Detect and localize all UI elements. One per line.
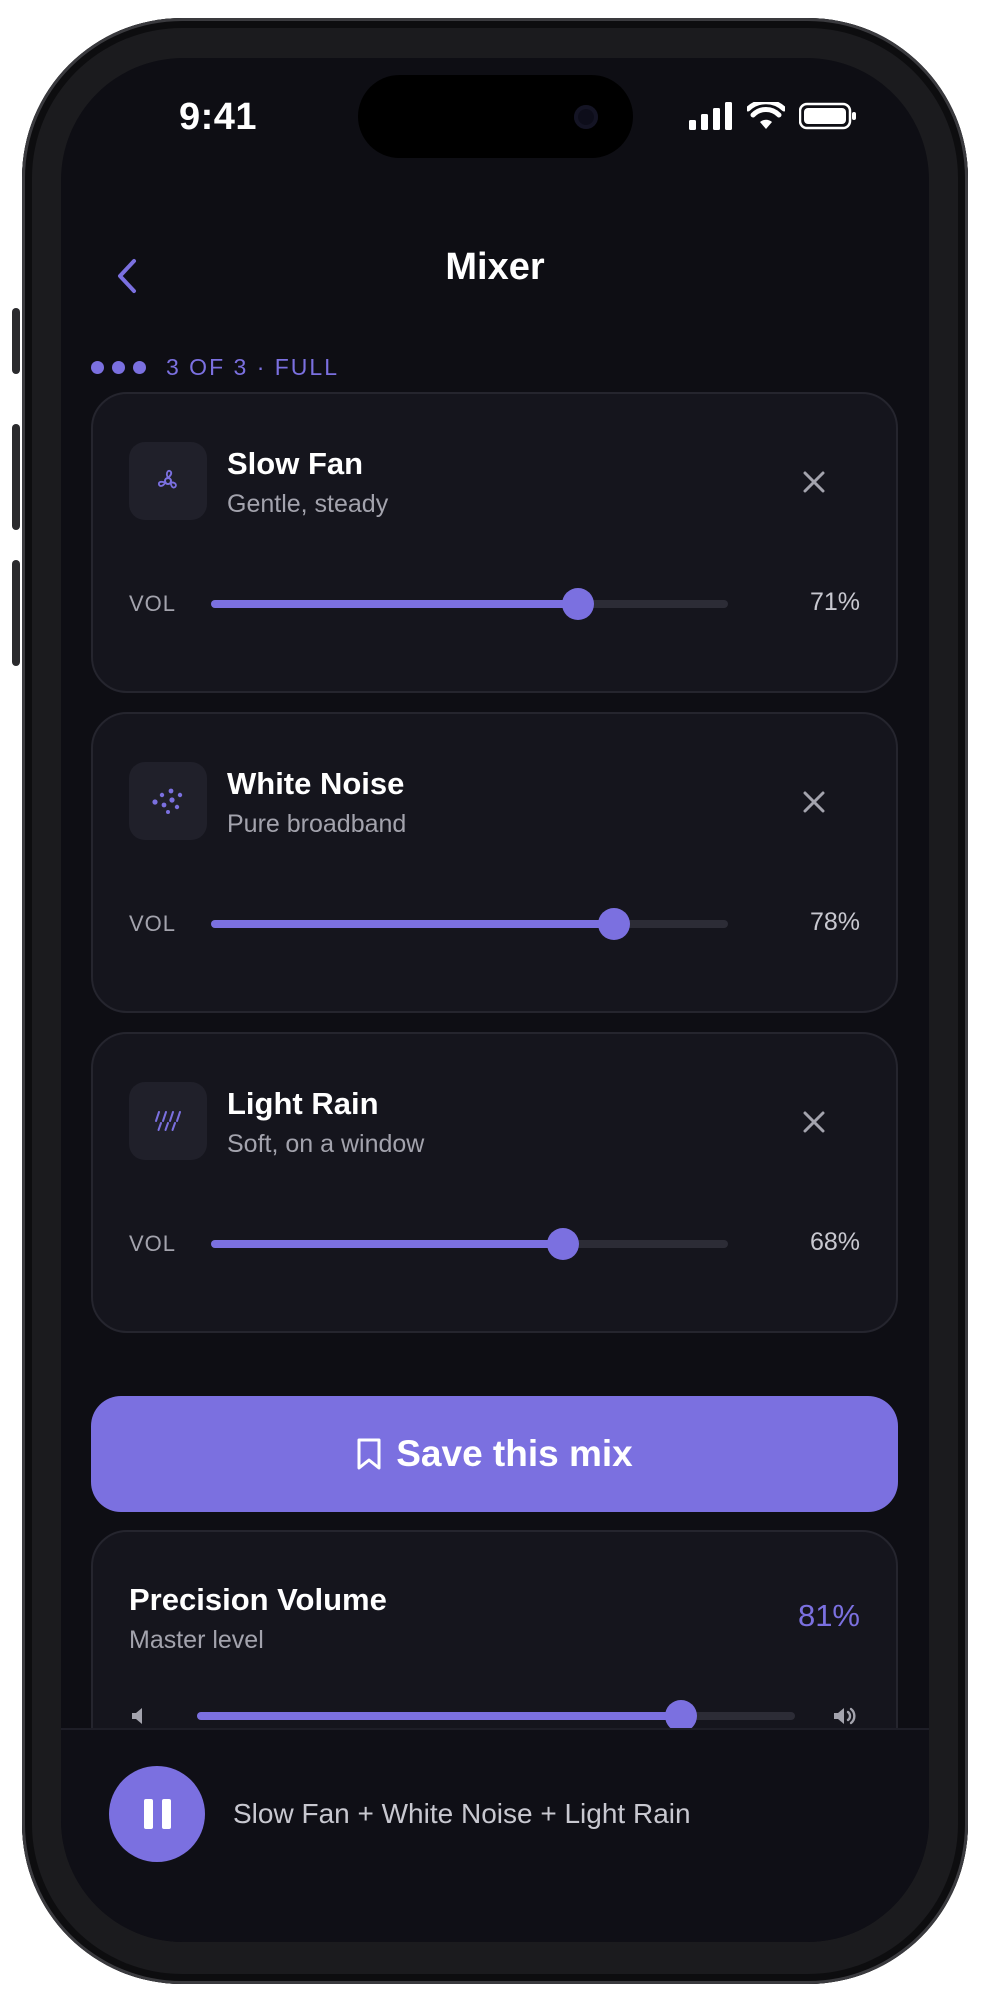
master-percent: 81%: [797, 1598, 860, 1633]
track-card: Slow Fan Gentle, steady VOL 71%: [91, 392, 898, 693]
volume-slider-thumb[interactable]: [562, 588, 595, 620]
master-volume-fill: [197, 1712, 682, 1720]
volume-percent: 78%: [809, 908, 860, 936]
capacity-indicator: 3 OF 3 · FULL: [91, 354, 339, 381]
volume-slider[interactable]: [211, 908, 728, 940]
save-mix-button[interactable]: Save this mix: [91, 1396, 898, 1512]
now-playing-bar: Slow Fan + White Noise + Light Rain: [61, 1728, 929, 1942]
fan-icon: [129, 442, 207, 520]
bookmark-icon: [357, 1438, 381, 1470]
dynamic-island: [358, 75, 633, 158]
track-subtitle: Gentle, steady: [227, 490, 389, 518]
track-card: White Noise Pure broadband VOL 78%: [91, 712, 898, 1013]
volume-slider-fill: [211, 1240, 563, 1248]
action-button: [12, 308, 20, 374]
master-subtitle: Master level: [129, 1626, 264, 1654]
page-title: Mixer: [445, 246, 545, 288]
volume-percent: 71%: [809, 588, 860, 616]
signal-icon: [689, 102, 732, 130]
track-name: Slow Fan: [227, 446, 364, 481]
close-icon: [803, 1111, 825, 1133]
vol-label: VOL: [129, 591, 177, 616]
pause-icon: [161, 1799, 171, 1829]
volume-slider[interactable]: [211, 1228, 728, 1260]
pause-button[interactable]: [109, 1766, 205, 1862]
pause-icon: [143, 1799, 153, 1829]
vol-label: VOL: [129, 1231, 177, 1256]
capacity-label: 3 OF 3 · FULL: [166, 354, 339, 380]
capacity-dot: [91, 361, 104, 374]
volume-slider-thumb[interactable]: [546, 1228, 579, 1260]
vol-label: VOL: [129, 911, 177, 936]
volume-low-icon: [132, 1708, 142, 1724]
volume-slider-thumb[interactable]: [598, 908, 631, 940]
now-playing-text: Slow Fan + White Noise + Light Rain: [233, 1798, 691, 1829]
close-icon: [803, 791, 825, 813]
track-name: Light Rain: [227, 1086, 379, 1121]
volume-high-icon: [834, 1707, 856, 1725]
status-time: 9:41: [179, 96, 258, 138]
track-card: Light Rain Soft, on a window VOL 68%: [91, 1032, 898, 1333]
noise-icon: [129, 762, 207, 840]
remove-track-button[interactable]: [796, 1104, 832, 1140]
battery-icon: [799, 102, 856, 130]
capacity-dot: [112, 361, 125, 374]
rain-icon: [129, 1082, 207, 1160]
master-volume-slider[interactable]: [197, 1700, 795, 1732]
wifi-icon: [747, 102, 785, 129]
save-mix-label: Save this mix: [396, 1433, 633, 1474]
track-subtitle: Soft, on a window: [227, 1130, 425, 1158]
master-title: Precision Volume: [129, 1582, 387, 1617]
app-screen: 9:41 Mixer 3 OF 3 · FULL Slow Fan Gentle…: [61, 58, 929, 1942]
remove-track-button[interactable]: [796, 464, 832, 500]
status-icons: [689, 102, 857, 130]
camera-icon: [574, 105, 598, 129]
volume-down-button: [12, 560, 20, 666]
close-icon: [803, 471, 825, 493]
volume-slider[interactable]: [211, 588, 728, 620]
volume-slider-fill: [211, 600, 579, 608]
remove-track-button[interactable]: [796, 784, 832, 820]
track-subtitle: Pure broadband: [227, 810, 407, 838]
volume-slider-fill: [211, 920, 615, 928]
track-name: White Noise: [227, 766, 405, 801]
volume-percent: 68%: [809, 1228, 860, 1256]
volume-up-button: [12, 424, 20, 530]
capacity-dot: [133, 361, 146, 374]
